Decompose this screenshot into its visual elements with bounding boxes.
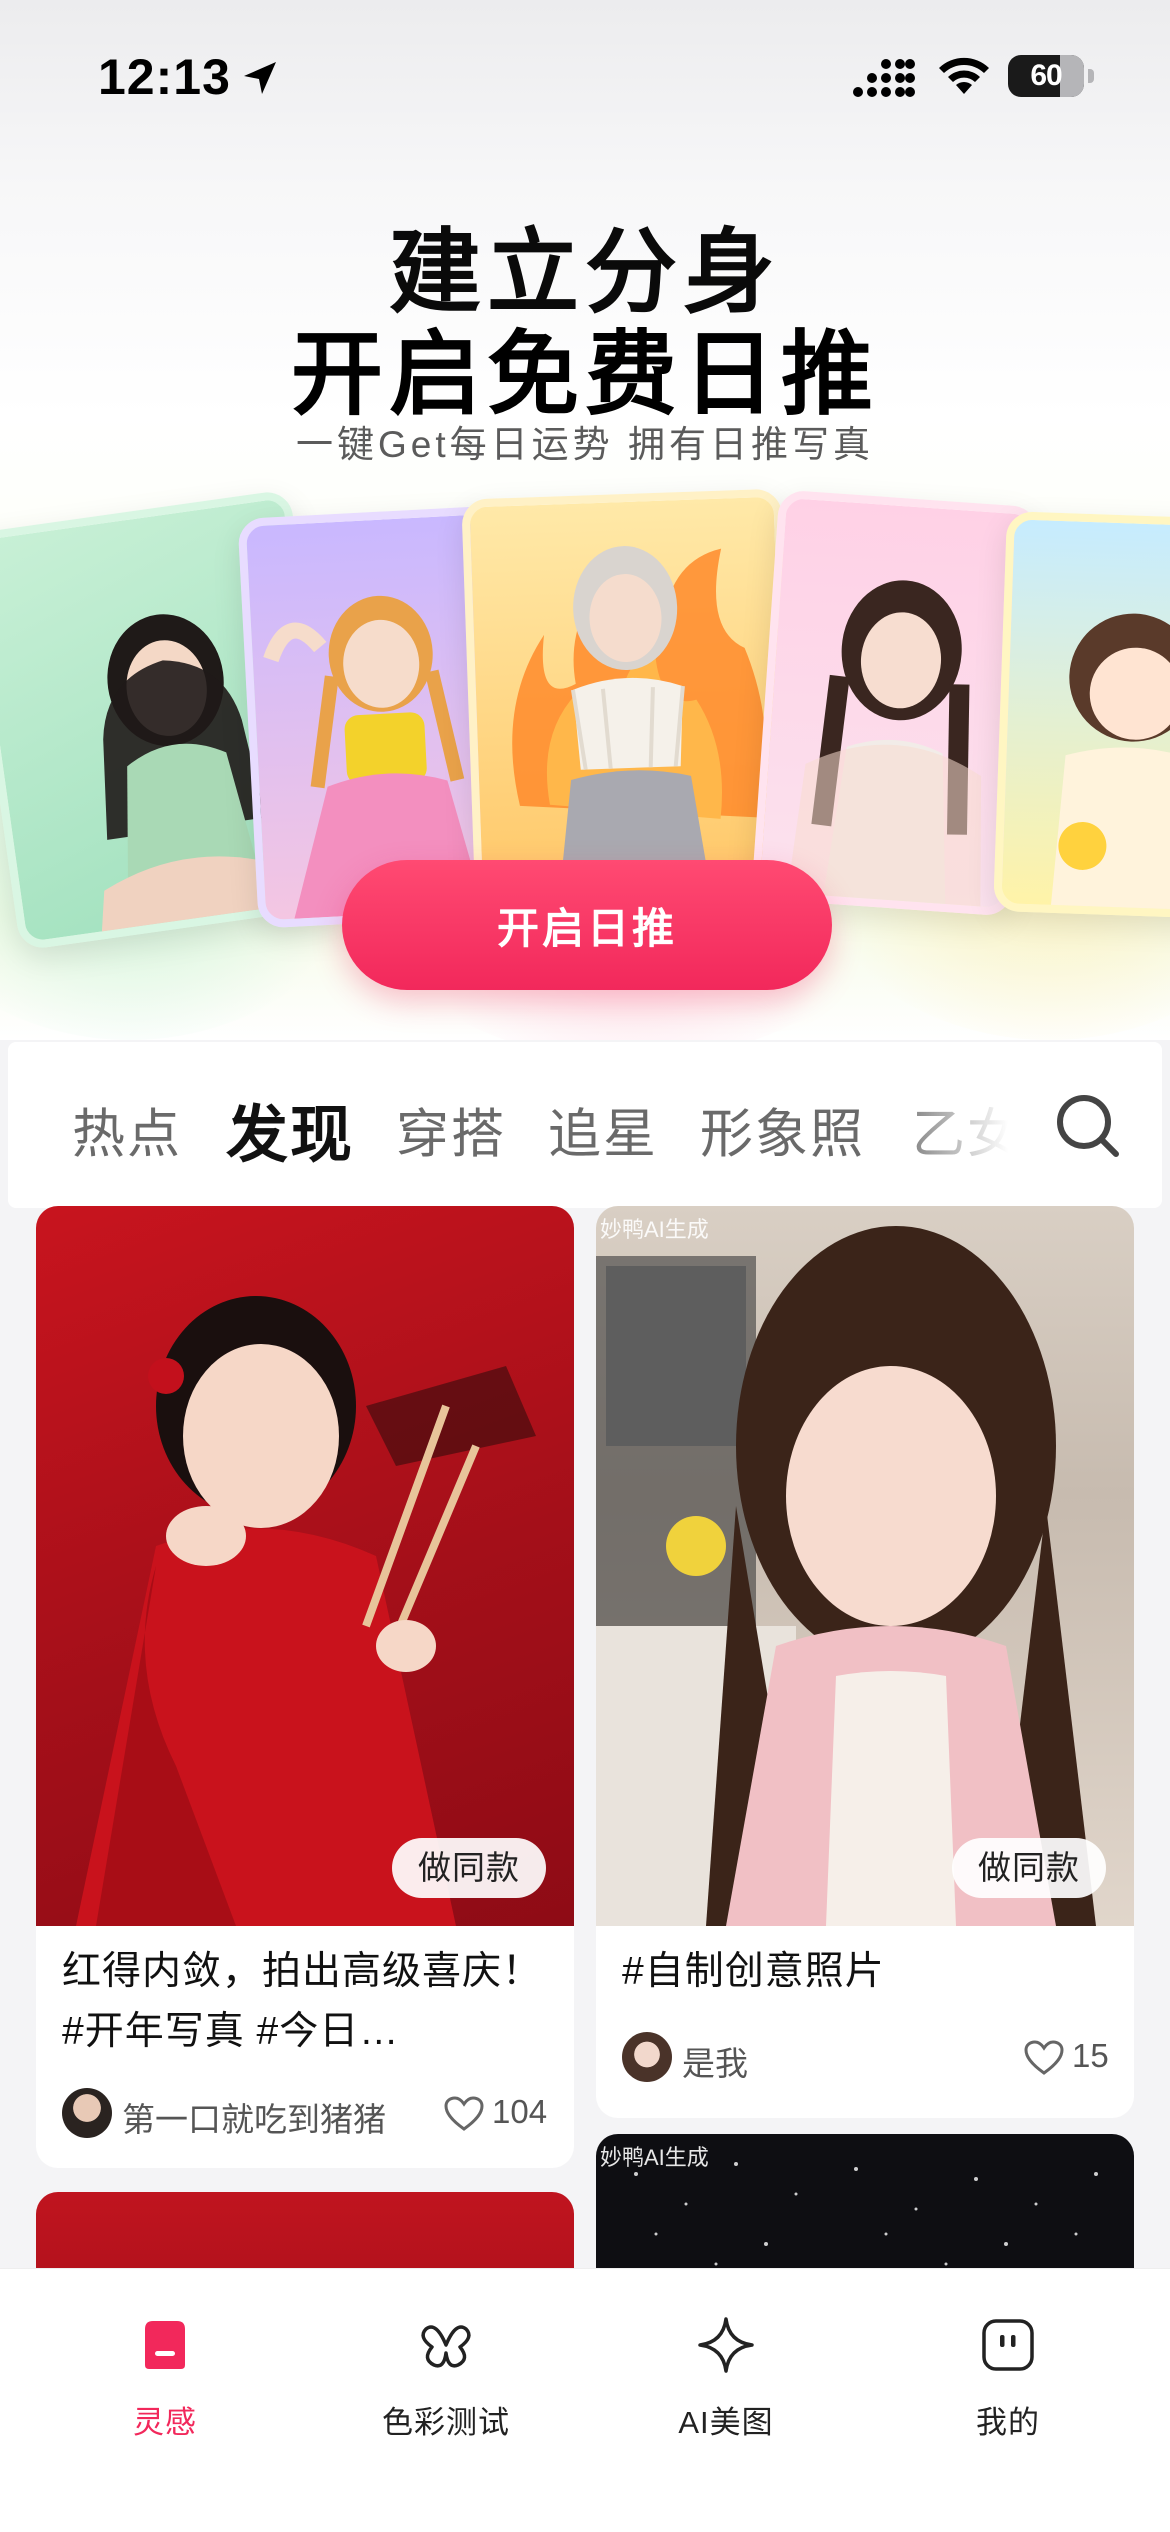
portrait-image xyxy=(596,1226,1096,1926)
heart-icon[interactable] xyxy=(1024,2040,1064,2076)
portrait-image xyxy=(785,580,982,917)
battery-level: 60 xyxy=(1030,59,1062,92)
like-count: 104 xyxy=(492,2093,548,2130)
nav-label: 我的 xyxy=(976,2405,1040,2440)
tabs-fade xyxy=(888,1042,1038,1208)
status-time: 12:13 xyxy=(98,49,231,105)
like-count: 15 xyxy=(1072,2037,1109,2074)
search-icon[interactable] xyxy=(1052,1090,1122,1160)
feed-image[interactable]: 做同款 xyxy=(36,1206,574,1926)
nav-label: AI美图 xyxy=(678,2405,774,2440)
author-name[interactable]: 第一口就吃到猪猪 xyxy=(122,2093,386,2141)
nav-inspiration[interactable]: 灵感 xyxy=(55,2297,275,2477)
sparkle-icon xyxy=(698,2317,754,2373)
feed-card-title: 红得内敛，拍出高级喜庆！ #开年写真 #今日… xyxy=(62,1950,543,2053)
hero-banner: 12:13 60 建立分身 开启免费日推 一键Get每日运势 拥有日推写真 开启… xyxy=(0,0,1170,1040)
cellular-signal-icon xyxy=(853,59,915,97)
feed-image[interactable]: 妙鸭AI生成 做同款 xyxy=(596,1206,1134,1926)
tab-portrait[interactable]: 形象照 xyxy=(700,1092,865,1168)
style-card-fire[interactable] xyxy=(461,488,795,892)
app-screen: 12:13 60 建立分身 开启免费日推 一键Get每日运势 拥有日推写真 开启… xyxy=(0,0,1170,2532)
feed-card[interactable]: 妙鸭AI生成 做同款 #自制创意照片 是我 15 xyxy=(596,1206,1134,2118)
category-tabs: 热点 发现 穿搭 追星 形象照 乙女 xyxy=(8,1042,1162,1208)
style-card-cartoon[interactable] xyxy=(993,511,1170,919)
heart-icon[interactable] xyxy=(444,2096,484,2132)
bottom-tab-bar: 灵感 色彩测试 AI美图 我的 xyxy=(0,2268,1170,2532)
feed-card-title: #自制创意照片 xyxy=(622,1950,885,1993)
tab-idol[interactable]: 追星 xyxy=(548,1092,658,1168)
ai-generated-tag: 妙鸭AI生成 xyxy=(600,2145,709,2170)
wifi-icon xyxy=(939,57,989,94)
make-same-button[interactable]: 做同款 xyxy=(392,1838,546,1898)
nav-label: 灵感 xyxy=(133,2405,197,2440)
hero-subtitle: 一键Get每日运势 拥有日推写真 xyxy=(296,424,874,465)
make-same-button[interactable]: 做同款 xyxy=(952,1838,1106,1898)
nav-color-test[interactable]: 色彩测试 xyxy=(336,2297,556,2477)
tab-hot[interactable]: 热点 xyxy=(72,1092,182,1168)
nav-label: 色彩测试 xyxy=(382,2405,510,2440)
nav-ai-beauty[interactable]: AI美图 xyxy=(616,2297,836,2477)
tab-outfit[interactable]: 穿搭 xyxy=(396,1092,506,1168)
location-arrow-icon xyxy=(244,62,276,94)
avatar[interactable] xyxy=(62,2088,112,2138)
avatar[interactable] xyxy=(622,2032,672,2082)
portrait-image xyxy=(559,546,710,891)
start-daily-push-button[interactable]: 开启日推 xyxy=(342,860,832,990)
battery-icon: 60 xyxy=(1008,55,1084,97)
tab-discover[interactable]: 发现 xyxy=(226,1084,354,1174)
inspiration-icon xyxy=(145,2321,185,2369)
feed-card[interactable]: 做同款 红得内敛，拍出高级喜庆！ #开年写真 #今日… 第一口就吃到猪猪 104 xyxy=(36,1206,574,2168)
butterfly-icon xyxy=(421,2325,471,2368)
portrait-image xyxy=(76,1296,536,1926)
profile-face-icon xyxy=(982,2319,1034,2371)
ai-generated-tag: 妙鸭AI生成 xyxy=(600,1217,709,1242)
nav-profile[interactable]: 我的 xyxy=(898,2297,1118,2477)
portrait-image xyxy=(1050,613,1170,919)
battery-cap xyxy=(1088,69,1094,83)
author-name[interactable]: 是我 xyxy=(682,2037,748,2085)
status-bar: 12:13 60 xyxy=(0,0,1170,150)
